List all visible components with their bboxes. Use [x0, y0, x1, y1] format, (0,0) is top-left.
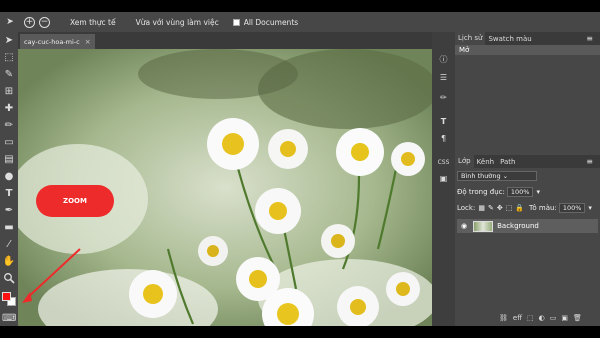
screen-frame: ➤ + − Xem thực tế Vừa với vùng làm việc … [0, 0, 600, 338]
blend-mode-row: Bình thường ⌄ [457, 171, 537, 181]
layer-name: Background [497, 222, 539, 230]
new-layer-icon[interactable]: ▣ [561, 314, 568, 322]
fill-input[interactable]: 100% [558, 203, 586, 213]
brush-tool-icon[interactable]: ✏ [2, 119, 16, 133]
text-tool-icon[interactable]: T [2, 187, 16, 201]
lock-transparency-icon[interactable]: ▦ [478, 204, 485, 212]
history-item-open[interactable]: Mở [455, 45, 600, 55]
zoom-in-icon[interactable]: + [24, 16, 35, 28]
properties-icon[interactable]: ☰ [436, 70, 451, 85]
top-options-bar: ➤ + − Xem thực tế Vừa với vùng làm việc … [0, 12, 600, 32]
heal-tool-icon[interactable]: ✚ [2, 102, 16, 116]
pen-tool-icon[interactable]: ✒ [2, 204, 16, 218]
zoom-tool-icon[interactable] [2, 272, 16, 286]
blur-tool-icon[interactable]: ● [2, 170, 16, 184]
lock-row: Lock: ▦ ✎ ✥ ⬚ 🔒 Tô màu: 100% ▾ [457, 203, 592, 213]
visibility-eye-icon[interactable]: ◉ [461, 222, 467, 230]
history-panel-tabs: Lịch sử Swatch màu ≡ [455, 32, 600, 45]
history-tab[interactable]: Lịch sử [455, 32, 486, 45]
lock-move-icon[interactable]: ✥ [497, 204, 503, 212]
zoom-out-icon[interactable]: − [39, 16, 50, 28]
fill-label: Tô màu: [529, 204, 557, 212]
lock-paint-icon[interactable]: ✎ [488, 204, 494, 212]
checkbox-box[interactable] [232, 18, 240, 26]
right-panel: Lịch sử Swatch màu ≡ Mở Lớp Kênh Path ≡ … [455, 32, 600, 326]
zoom-callout-label: ZOOM [36, 185, 114, 217]
opacity-label: Độ trong đục: [457, 188, 505, 196]
crop-tool-icon[interactable]: ⊞ [2, 85, 16, 99]
hand-tool-icon[interactable]: ✋ [2, 255, 16, 269]
document-tab-label: cay-cuc-hoa-mi-c [24, 37, 80, 46]
adjustment-layer-icon[interactable]: ◐ [539, 314, 545, 322]
layer-thumbnail [473, 220, 494, 232]
document-tab-row: cay-cuc-hoa-mi-c × [18, 32, 432, 49]
new-group-icon[interactable]: ▭ [550, 314, 557, 322]
gradient-tool-icon[interactable]: ▤ [2, 153, 16, 167]
fit-area-button[interactable]: Vừa với vùng làm việc [136, 18, 219, 27]
move-tool-icon[interactable]: ➤ [2, 34, 16, 48]
lock-artboard-icon[interactable]: ⬚ [506, 204, 513, 212]
opacity-row: Độ trong đục: 100% ▾ [457, 187, 540, 197]
document-area: cay-cuc-hoa-mi-c × [18, 32, 432, 326]
delete-layer-icon[interactable]: 🗑 [573, 314, 582, 322]
character-icon[interactable]: T [436, 114, 451, 129]
paragraph-icon[interactable]: ¶ [436, 131, 451, 146]
opacity-input[interactable]: 100% [506, 187, 534, 197]
app-window: ➤ + − Xem thực tế Vừa với vùng làm việc … [0, 12, 600, 326]
side-panel-bar: ⓘ ☰ ✏ T ¶ CSS ▣ [432, 32, 455, 326]
layers-menu-icon[interactable]: ≡ [583, 157, 596, 166]
layers-bottom-toolbar: ⛓ eff ⬚ ◐ ▭ ▣ 🗑 [499, 314, 582, 322]
layers-panel-tabs: Lớp Kênh Path ≡ [455, 155, 600, 168]
channels-tab[interactable]: Kênh [474, 158, 497, 166]
layer-effects-icon[interactable]: eff [513, 314, 522, 322]
chevron-down-icon: ⌄ [502, 172, 509, 180]
image-panel-icon[interactable]: ▣ [436, 171, 451, 186]
eyedropper-tool-icon[interactable]: ⁄ [2, 238, 16, 252]
lasso-tool-icon[interactable]: ✎ [2, 68, 16, 82]
css-panel-icon[interactable]: CSS [436, 155, 451, 170]
move-arrow-icon[interactable]: ➤ [0, 17, 20, 27]
swatches-tab[interactable]: Swatch màu [485, 35, 534, 43]
opacity-dropdown-icon[interactable]: ▾ [536, 188, 540, 196]
layer-row-background[interactable]: ◉ Background [457, 219, 598, 233]
layers-tab[interactable]: Lớp [455, 155, 474, 168]
link-layers-icon[interactable]: ⛓ [499, 314, 508, 322]
actual-pixels-button[interactable]: Xem thực tế [70, 18, 116, 27]
blend-mode-select[interactable]: Bình thường ⌄ [457, 171, 537, 181]
add-mask-icon[interactable]: ⬚ [527, 314, 534, 322]
eraser-tool-icon[interactable]: ▭ [2, 136, 16, 150]
keyboard-icon[interactable]: ⌨ [2, 312, 16, 326]
close-tab-icon[interactable]: × [85, 38, 91, 46]
tool-bar: ➤ ⬚ ✎ ⊞ ✚ ✏ ▭ ▤ ● T ✒ ▬ ⁄ ✋ ⌨ [0, 32, 18, 326]
lock-all-icon[interactable]: 🔒 [515, 204, 524, 212]
all-documents-label: All Documents [243, 17, 299, 27]
foreground-color-swatch[interactable] [2, 292, 11, 301]
panel-menu-icon[interactable]: ≡ [583, 34, 596, 43]
lock-label: Lock: [457, 204, 476, 212]
document-tab[interactable]: cay-cuc-hoa-mi-c × [20, 34, 95, 49]
marquee-tool-icon[interactable]: ⬚ [2, 51, 16, 65]
shape-tool-icon[interactable]: ▬ [2, 221, 16, 235]
brush-settings-icon[interactable]: ✏ [436, 90, 451, 105]
all-documents-checkbox[interactable]: All Documents [232, 17, 299, 27]
blend-mode-value: Bình thường [461, 172, 501, 180]
fill-dropdown-icon[interactable]: ▾ [588, 204, 592, 212]
info-icon[interactable]: ⓘ [436, 52, 451, 67]
paths-tab[interactable]: Path [497, 158, 518, 166]
